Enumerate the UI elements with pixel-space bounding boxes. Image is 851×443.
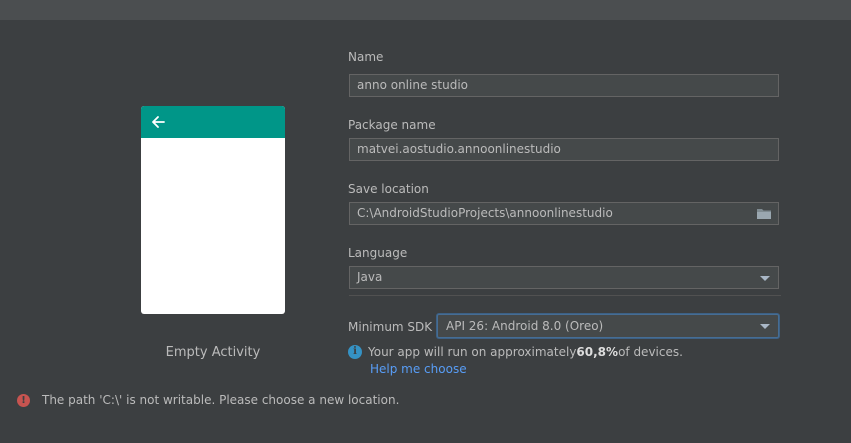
name-label: Name [348,50,384,64]
top-bar [0,0,851,20]
info-icon: i [348,345,362,359]
arrow-left-icon [152,116,165,128]
info-message: i Your app will run on approximately 60,… [348,344,683,360]
min-sdk-value: API 26: Android 8.0 (Oreo) [446,319,604,333]
preview-toolbar [141,106,285,138]
save-location-label: Save location [348,182,429,196]
info-text-after: of devices. [618,345,683,359]
error-message: ! The path 'C:\' is not writable. Please… [17,393,399,407]
help-me-choose-link[interactable]: Help me choose [370,362,467,376]
min-sdk-label: Minimum SDK [348,320,433,334]
error-icon: ! [17,393,30,407]
language-label: Language [348,246,408,260]
folder-icon[interactable] [756,207,772,220]
info-percent: 60,8% [576,345,619,359]
language-value: Java [357,270,383,284]
chevron-down-icon [760,276,770,281]
package-name-field[interactable]: matvei.aostudio.annoonlinestudio [349,138,779,161]
name-field[interactable]: anno online studio [349,74,779,97]
save-location-field[interactable]: C:\AndroidStudioProjects\annoonlinestudi… [349,202,779,225]
language-select[interactable]: Java [349,266,779,289]
template-name: Empty Activity [165,345,261,360]
package-name-label: Package name [348,118,436,132]
chevron-down-icon [760,324,770,329]
info-text-before: Your app will run on approximately [368,345,577,359]
divider [349,295,781,296]
error-text: The path 'C:\' is not writable. Please c… [42,393,400,407]
template-preview [141,106,285,314]
min-sdk-select[interactable]: API 26: Android 8.0 (Oreo) [437,314,779,338]
save-location-value: C:\AndroidStudioProjects\annoonlinestudi… [357,206,613,220]
